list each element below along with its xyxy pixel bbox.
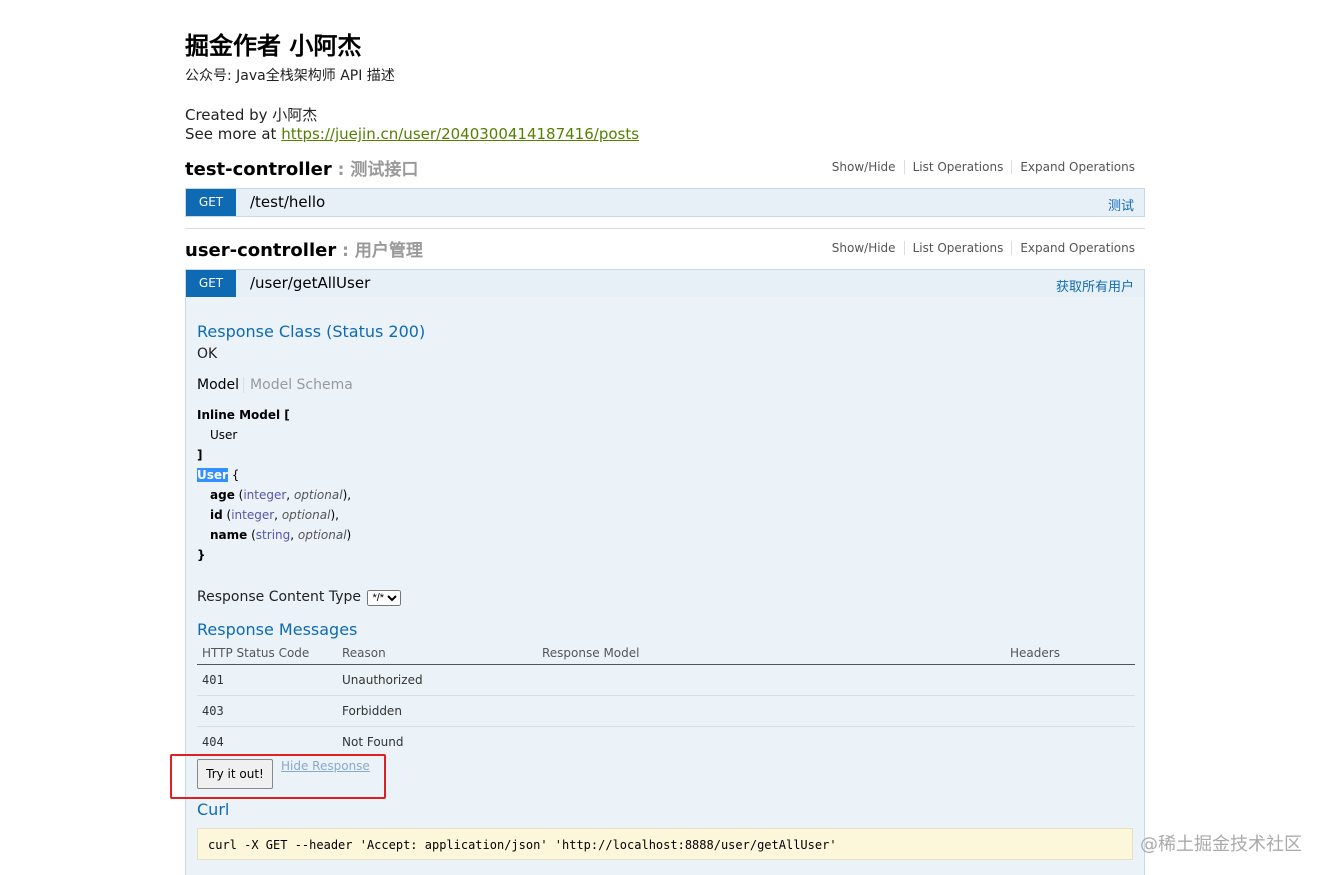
list-operations-link[interactable]: List Operations <box>905 241 1013 255</box>
show-hide-link[interactable]: Show/Hide <box>824 160 905 174</box>
hide-response-link[interactable]: Hide Response <box>281 759 370 773</box>
http-method-badge[interactable]: GET <box>186 270 236 297</box>
watermark: @稀土掘金技术社区 <box>1140 830 1302 856</box>
user-controller-ops: Show/HideList OperationsExpand Operation… <box>824 241 1135 255</box>
field-optional: optional <box>294 488 343 502</box>
field-tail: ) <box>347 528 352 542</box>
operation-content: Response Class (Status 200) OK ModelMode… <box>185 297 1145 875</box>
response-model <box>537 696 1005 727</box>
operation-summary[interactable]: 测试 <box>1108 195 1134 214</box>
expand-operations-link[interactable]: Expand Operations <box>1012 241 1135 255</box>
user-controller-name[interactable]: user-controller : 用户管理 <box>185 236 423 261</box>
controller-name[interactable]: user-controller <box>185 240 336 261</box>
table-row: 403Forbidden <box>197 696 1135 727</box>
show-hide-link[interactable]: Show/Hide <box>824 241 905 255</box>
user-model-name: User <box>197 468 228 482</box>
response-messages-table: HTTP Status Code Reason Response Model H… <box>197 642 1135 757</box>
table-header-row: HTTP Status Code Reason Response Model H… <box>197 642 1135 665</box>
field-name: name <box>210 528 247 542</box>
see-more-link[interactable]: https://juejin.cn/user/2040300414187416/… <box>281 125 639 143</box>
list-operations-link[interactable]: List Operations <box>905 160 1013 174</box>
user-model-header: User { <box>197 465 351 485</box>
col-reason: Reason <box>337 642 537 665</box>
response-model <box>537 665 1005 696</box>
tab-model[interactable]: Model <box>197 377 239 393</box>
created-by: Created by 小阿杰 <box>185 104 317 125</box>
curl-title: Curl <box>197 800 229 819</box>
user-controller-heading: user-controller : 用户管理 Show/HideList Ope… <box>185 236 1145 266</box>
field-type: integer <box>231 508 274 522</box>
response-content-type: Response Content Type */* <box>197 589 401 606</box>
model-tabs: ModelModel Schema <box>197 377 353 393</box>
model-signature: Inline Model [ User ] User { age (intege… <box>197 405 351 565</box>
inline-model-open: Inline Model [ <box>197 405 351 425</box>
col-headers: Headers <box>1005 642 1135 665</box>
api-description: 公众号: Java全栈架构师 API 描述 <box>185 65 395 85</box>
operation-path[interactable]: /test/hello <box>250 193 325 211</box>
response-messages-title: Response Messages <box>197 620 357 639</box>
section-divider <box>185 228 1145 229</box>
user-model-close: } <box>197 545 351 565</box>
headers <box>1005 696 1135 727</box>
field-tail: ), <box>330 508 339 522</box>
response-content-type-label: Response Content Type <box>197 589 361 605</box>
table-row: 401Unauthorized <box>197 665 1135 696</box>
curl-command: curl -X GET --header 'Accept: applicatio… <box>197 828 1133 860</box>
controller-desc: : 测试接口 <box>332 160 419 180</box>
see-more: See more at https://juejin.cn/user/20403… <box>185 125 639 143</box>
response-model <box>537 727 1005 758</box>
field-optional: optional <box>282 508 331 522</box>
reason: Not Found <box>337 727 537 758</box>
operation-get-all-user[interactable]: GET /user/getAllUser 获取所有用户 <box>185 269 1145 298</box>
http-method-badge[interactable]: GET <box>186 189 236 216</box>
model-field: name (string, optional) <box>197 525 351 545</box>
headers <box>1005 727 1135 758</box>
inline-model-close: ] <box>197 445 351 465</box>
field-name: id <box>210 508 223 522</box>
field-type: integer <box>243 488 286 502</box>
test-controller-heading: test-controller : 测试接口 Show/HideList Ope… <box>185 155 1145 185</box>
expand-operations-link[interactable]: Expand Operations <box>1012 160 1135 174</box>
field-name: age <box>210 488 235 502</box>
field-tail: ), <box>343 488 352 502</box>
test-controller-ops: Show/HideList OperationsExpand Operation… <box>824 160 1135 174</box>
response-content-type-select[interactable]: */* <box>367 590 401 606</box>
operation-test-hello[interactable]: GET /test/hello 测试 <box>185 188 1145 217</box>
inline-model-item: User <box>197 425 351 445</box>
table-row: 404Not Found <box>197 727 1135 758</box>
test-controller-name[interactable]: test-controller : 测试接口 <box>185 155 418 180</box>
controller-desc: : 用户管理 <box>336 241 423 261</box>
tab-model-schema[interactable]: Model Schema <box>243 377 353 393</box>
field-optional: optional <box>298 528 347 542</box>
user-model-open: { <box>228 468 239 482</box>
col-response-model: Response Model <box>537 642 1005 665</box>
try-it-out-button[interactable]: Try it out! <box>197 759 273 789</box>
col-status-code: HTTP Status Code <box>197 642 337 665</box>
field-type: string <box>256 528 290 542</box>
operation-path[interactable]: /user/getAllUser <box>250 274 370 292</box>
response-class-title: Response Class (Status 200) <box>197 322 425 341</box>
status-code: 401 <box>197 665 337 696</box>
reason: Unauthorized <box>337 665 537 696</box>
reason: Forbidden <box>337 696 537 727</box>
response-class-status: OK <box>197 346 217 362</box>
headers <box>1005 665 1135 696</box>
model-field: age (integer, optional), <box>197 485 351 505</box>
status-code: 403 <box>197 696 337 727</box>
status-code: 404 <box>197 727 337 758</box>
api-title: 掘金作者 小阿杰 <box>185 26 361 61</box>
operation-summary[interactable]: 获取所有用户 <box>1056 276 1134 295</box>
model-field: id (integer, optional), <box>197 505 351 525</box>
controller-name[interactable]: test-controller <box>185 159 332 180</box>
see-more-label: See more at <box>185 125 281 143</box>
